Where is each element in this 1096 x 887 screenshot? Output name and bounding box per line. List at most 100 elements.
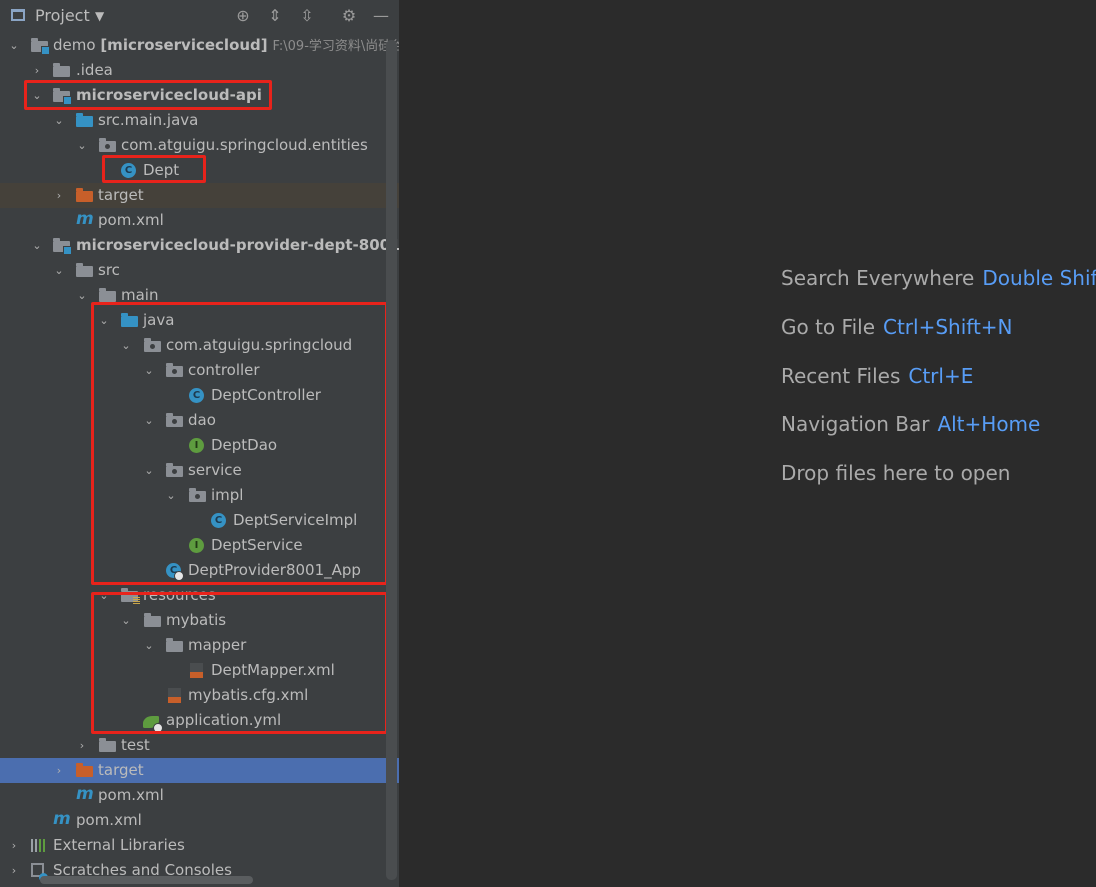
tree-row-app[interactable]: C DeptProvider8001_App [0, 558, 399, 583]
chevron-down-icon[interactable]: ⌄ [142, 408, 156, 433]
chevron-right-icon[interactable]: › [7, 833, 21, 858]
maven-icon: m [76, 784, 94, 804]
hint-drop-files: Drop files here to open [781, 461, 1010, 485]
vertical-scrollbar[interactable] [386, 40, 397, 880]
tree-label: src [98, 261, 120, 279]
chevron-down-icon[interactable]: ⌄ [142, 458, 156, 483]
project-view-selector[interactable]: Project [35, 6, 90, 25]
tree-row-idea[interactable]: › .idea [0, 58, 399, 83]
chevron-right-icon[interactable]: › [52, 758, 66, 783]
chevron-right-icon[interactable]: › [7, 858, 21, 883]
tree-row-api-pom[interactable]: m pom.xml [0, 208, 399, 233]
chevron-right-icon[interactable]: › [30, 58, 44, 83]
folder-icon [76, 263, 93, 277]
chevron-down-icon[interactable]: ⌄ [97, 308, 111, 333]
tree-label: DeptController [211, 386, 321, 404]
spring-config-icon [143, 716, 163, 733]
folder-icon [53, 63, 70, 77]
tree-label: service [188, 461, 242, 479]
tree-label: pom.xml [76, 811, 142, 829]
folder-icon [144, 613, 161, 627]
tree-row-java[interactable]: ⌄ java [0, 308, 399, 333]
tree-row-mapper[interactable]: ⌄ mapper [0, 633, 399, 658]
interface-icon: I [189, 438, 204, 453]
tree-row-mybatis-cfg[interactable]: mybatis.cfg.xml [0, 683, 399, 708]
tree-label: resources [143, 586, 216, 604]
chevron-down-icon[interactable]: ⌄ [119, 608, 133, 633]
chevron-down-icon[interactable]: ⌄ [119, 333, 133, 358]
tree-row-dept-mapper[interactable]: DeptMapper.xml [0, 658, 399, 683]
tree-label: main [121, 286, 159, 304]
tree-row-resources[interactable]: ⌄ resources [0, 583, 399, 608]
tree-row-mybatis[interactable]: ⌄ mybatis [0, 608, 399, 633]
root-name: demo [53, 36, 96, 54]
folder-icon [166, 638, 183, 652]
module-folder-icon [31, 38, 50, 55]
tree-row-package[interactable]: ⌄ com.atguigu.springcloud [0, 333, 399, 358]
tree-row-provider-pom[interactable]: m pom.xml [0, 783, 399, 808]
tree-row-api-src[interactable]: ⌄ src.main.java [0, 108, 399, 133]
package-icon [144, 338, 161, 352]
hint-shortcut: Ctrl+E [908, 364, 974, 388]
tree-row-provider-target[interactable]: › target [0, 758, 399, 783]
chevron-down-icon[interactable]: ⌄ [7, 33, 21, 58]
tree-row-test[interactable]: › test [0, 733, 399, 758]
tree-label: mybatis.cfg.xml [188, 686, 309, 704]
locate-icon[interactable]: ⊕ [233, 6, 253, 26]
tree-row-service[interactable]: ⌄ service [0, 458, 399, 483]
tree-row-impl[interactable]: ⌄ impl [0, 483, 399, 508]
module-folder-icon [53, 238, 72, 255]
minimize-icon[interactable]: — [371, 6, 391, 26]
tree-row-api-target[interactable]: › target [0, 183, 399, 208]
chevron-down-icon[interactable]: ⌄ [30, 83, 44, 108]
tree-label: .idea [76, 61, 113, 79]
tree-label: controller [188, 361, 260, 379]
library-icon [31, 839, 47, 852]
tree-row-root-pom[interactable]: m pom.xml [0, 808, 399, 833]
xml-file-icon [168, 688, 181, 703]
tree-row-provider-module[interactable]: ⌄ microservicecloud-provider-dept-8001 [0, 233, 399, 258]
tree-row-api-module[interactable]: ⌄ microservicecloud-api [0, 83, 399, 108]
chevron-down-icon[interactable]: ⌄ [75, 283, 89, 308]
expand-all-icon[interactable]: ⇕ [265, 6, 285, 26]
tree-row-dept[interactable]: C Dept [0, 158, 399, 183]
tree-label: DeptService [211, 536, 303, 554]
tree-row-dao[interactable]: ⌄ dao [0, 408, 399, 433]
tree-row-src[interactable]: ⌄ src [0, 258, 399, 283]
chevron-down-icon[interactable]: ⌄ [142, 633, 156, 658]
tree-label: mapper [188, 636, 247, 654]
tree-label: mybatis [166, 611, 227, 629]
tree-row-main[interactable]: ⌄ main [0, 283, 399, 308]
hint-label: Search Everywhere [781, 266, 975, 290]
tree-label: target [98, 186, 144, 204]
tree-row-dept-service[interactable]: I DeptService [0, 533, 399, 558]
tree-row-controller[interactable]: ⌄ controller [0, 358, 399, 383]
chevron-down-icon[interactable]: ⌄ [30, 233, 44, 258]
tree-row-dept-controller[interactable]: C DeptController [0, 383, 399, 408]
horizontal-scrollbar[interactable] [40, 876, 253, 884]
tree-row-dept-dao[interactable]: I DeptDao [0, 433, 399, 458]
package-icon [189, 488, 206, 502]
chevron-down-icon[interactable]: ⌄ [142, 358, 156, 383]
chevron-down-icon[interactable]: ⌄ [52, 108, 66, 133]
gear-icon[interactable]: ⚙ [339, 6, 359, 26]
chevron-down-icon[interactable]: ⌄ [52, 258, 66, 283]
chevron-right-icon[interactable]: › [75, 733, 89, 758]
tree-row-root[interactable]: ⌄ demo [microservicecloud] F:\09-学习资料\尚硅… [0, 33, 399, 58]
package-icon [166, 463, 183, 477]
tree-row-dept-service-impl[interactable]: C DeptServiceImpl [0, 508, 399, 533]
tree-label: External Libraries [53, 836, 185, 854]
chevron-right-icon[interactable]: › [52, 183, 66, 208]
hint-shortcut: Ctrl+Shift+N [883, 315, 1013, 339]
tree-label: java [143, 311, 175, 329]
spring-boot-class-icon: C [166, 563, 184, 581]
chevron-down-icon[interactable]: ⌄ [97, 583, 111, 608]
tree-row-api-package[interactable]: ⌄ com.atguigu.springcloud.entities [0, 133, 399, 158]
chevron-down-icon[interactable]: ⌄ [164, 483, 178, 508]
tree-row-application-yml[interactable]: application.yml [0, 708, 399, 733]
hint-label: Navigation Bar [781, 412, 930, 436]
chevron-down-icon[interactable]: ⌄ [75, 133, 89, 158]
tree-row-external-libraries[interactable]: › External Libraries [0, 833, 399, 858]
collapse-all-icon[interactable]: ⇳ [297, 6, 317, 26]
chevron-down-icon[interactable]: ▼ [95, 9, 104, 23]
